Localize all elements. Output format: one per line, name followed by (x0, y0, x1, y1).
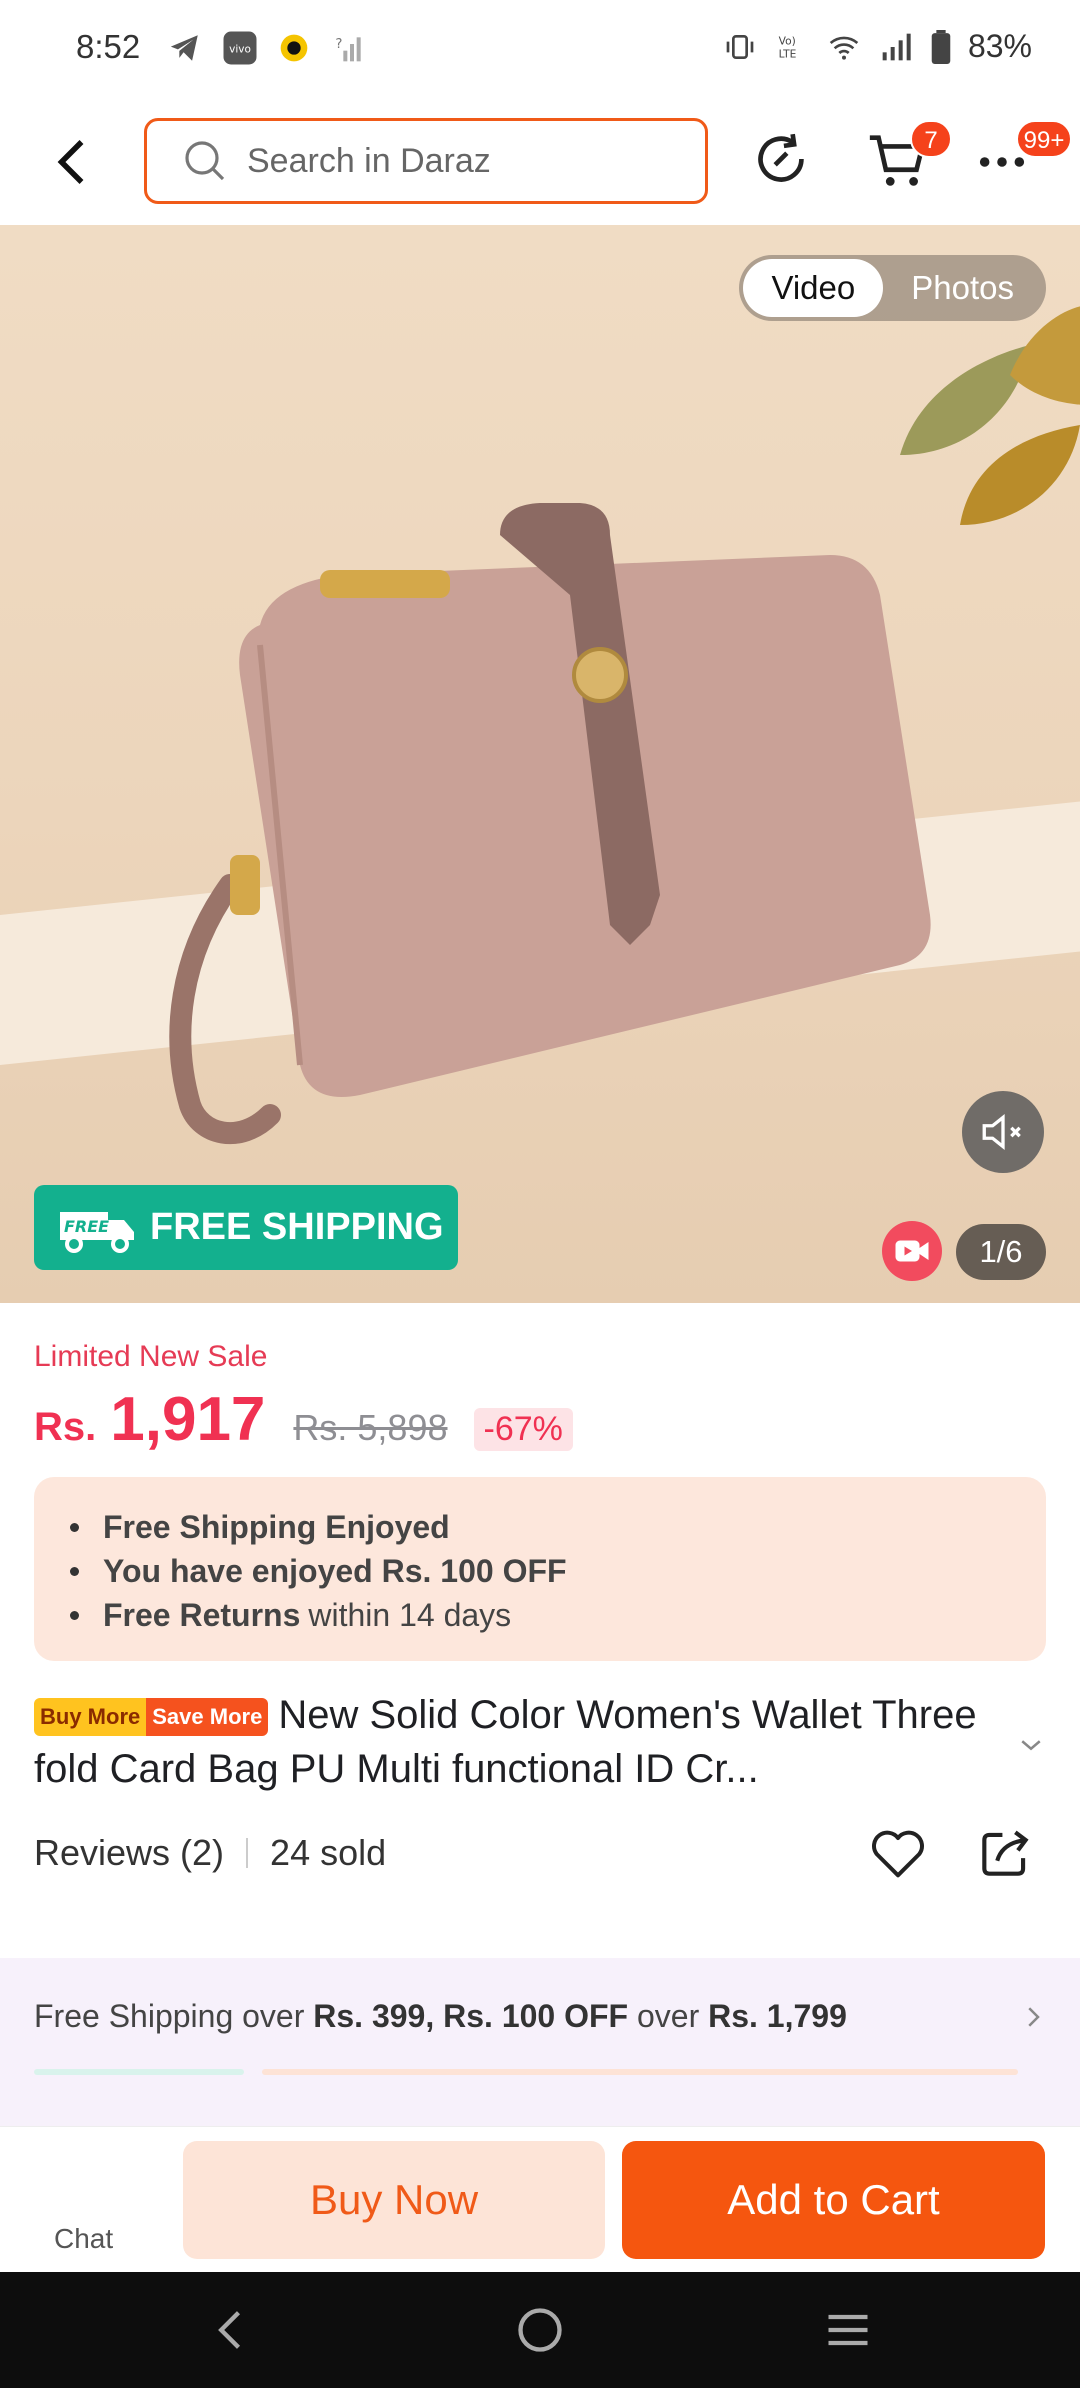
status-time: 8:52 (76, 28, 141, 65)
promo-tag-save-more: Save More (146, 1698, 269, 1736)
top-header: 7 99+ (0, 100, 1080, 225)
shipping-threshold-2: Rs. 1,799 (708, 1998, 847, 2034)
benefit-item: You have enjoyed Rs. 100 OFF (70, 1549, 1046, 1593)
chevron-down-icon[interactable] (1016, 1730, 1046, 1760)
benefit-text: Free Returns (103, 1597, 301, 1633)
svg-text:vivo: vivo (229, 44, 251, 56)
svg-text:Vo): Vo) (779, 34, 796, 47)
buy-now-button[interactable]: Buy Now (183, 2141, 605, 2259)
nav-home-icon[interactable] (514, 2304, 566, 2356)
battery-icon (931, 29, 951, 64)
original-price: Rs. 5,898 (293, 1407, 448, 1448)
wifi-icon (829, 36, 859, 60)
cart-button[interactable]: 7 (860, 120, 960, 200)
current-price: 1,917 (110, 1385, 266, 1454)
free-truck-icon: FREE (60, 1211, 134, 1253)
bottom-action-bar: Chat Buy Now Add to Cart (0, 2126, 1080, 2272)
free-shipping-badge: FREE FREE SHIPPING (34, 1185, 458, 1270)
benefit-detail: within 14 days (308, 1597, 512, 1633)
app-icon (280, 34, 308, 62)
shipping-threshold-1: Rs. 399, Rs. 100 OFF (313, 1998, 629, 2034)
free-shipping-label: FREE SHIPPING (150, 1206, 444, 1248)
sold-count: 24 sold (270, 1832, 387, 1873)
more-menu-button[interactable]: 99+ (978, 120, 1074, 200)
reviews-link[interactable]: Reviews (2) (34, 1832, 224, 1874)
shipping-prefix: Free Shipping over (34, 1998, 314, 2034)
heart-icon[interactable] (866, 1822, 930, 1886)
benefit-text: You have enjoyed Rs. 100 OFF (103, 1553, 567, 1589)
volte-icon: Vo)LTE (779, 34, 797, 60)
search-icon (185, 141, 225, 181)
image-counter: 1/6 (956, 1224, 1046, 1280)
notification-icons: vivo ? (168, 30, 362, 66)
progress-bar-segment (262, 2069, 1018, 2075)
promo-tag-buy-more: Buy More (34, 1698, 147, 1736)
reviews-row: Reviews (2) 24 sold (34, 1832, 386, 1874)
mute-button[interactable] (962, 1091, 1044, 1173)
promo-tag: Buy More Save More (34, 1698, 269, 1736)
mute-icon (982, 1113, 1021, 1151)
share-icon[interactable] (974, 1822, 1036, 1884)
messages-badge: 99+ (1016, 120, 1072, 158)
cart-count-badge: 7 (910, 120, 952, 158)
bullet (70, 1522, 79, 1532)
progress-bar-segment (34, 2069, 244, 2075)
bullet (70, 1610, 79, 1620)
svg-text:LTE: LTE (779, 47, 797, 60)
chat-label[interactable]: Chat (54, 2223, 113, 2255)
signal-question-icon: ? (335, 37, 361, 62)
add-to-cart-button[interactable]: Add to Cart (622, 2141, 1045, 2259)
nav-back-icon[interactable] (206, 2304, 258, 2356)
vibrate-icon (726, 34, 754, 59)
free-icon-text: FREE (64, 1217, 109, 1236)
product-image-gallery[interactable]: Video Photos FREE FREE SHIPPING 1/6 (0, 225, 1080, 1303)
svg-text:?: ? (335, 37, 342, 52)
system-navigation-bar (0, 2272, 1080, 2388)
signal-icon (882, 33, 911, 60)
shipping-middle: over (628, 1998, 709, 2034)
price-currency: Rs. (34, 1405, 97, 1449)
back-arrow-icon[interactable] (44, 132, 104, 192)
search-input[interactable] (247, 141, 667, 181)
product-title[interactable]: Buy More Save More New Solid Color Women's… (34, 1688, 1014, 1796)
benefit-item: Free Returns within 14 days (70, 1593, 1046, 1637)
telegram-icon (170, 35, 198, 61)
media-toggle[interactable]: Video Photos (739, 255, 1046, 321)
video-camera-icon (895, 1240, 929, 1262)
benefit-text: Free Shipping Enjoyed (103, 1509, 450, 1545)
discount-badge: -67% (473, 1408, 573, 1451)
divider (246, 1838, 249, 1868)
shipping-promo-text: Free Shipping over Rs. 399, Rs. 100 OFF … (34, 1998, 847, 2035)
status-bar: 8:52 vivo ? Vo) LTE 83% (0, 0, 1080, 100)
search-bar[interactable] (144, 118, 708, 204)
battery-level: 83% (967, 28, 1032, 64)
refresh-icon[interactable] (746, 124, 816, 194)
sale-label: Limited New Sale (34, 1340, 268, 1373)
nav-recents-icon[interactable] (822, 2304, 874, 2356)
chevron-right-icon (1028, 2007, 1040, 2027)
tab-photos[interactable]: Photos (883, 259, 1042, 317)
benefits-box: Free Shipping Enjoyed You have enjoyed R… (34, 1477, 1046, 1661)
shipping-promo-banner[interactable]: Free Shipping over Rs. 399, Rs. 100 OFF … (0, 1958, 1080, 2126)
system-icons: Vo) LTE 83% (722, 28, 1032, 65)
vivo-icon: vivo (223, 31, 257, 65)
wallet-product-image (169, 503, 931, 1144)
price-row: Rs. 1,917 Rs. 5,898 -67% (34, 1384, 573, 1455)
bullet (70, 1566, 79, 1576)
tab-video[interactable]: Video (743, 259, 884, 317)
benefit-item: Free Shipping Enjoyed (70, 1505, 1046, 1549)
video-indicator[interactable] (882, 1221, 942, 1281)
